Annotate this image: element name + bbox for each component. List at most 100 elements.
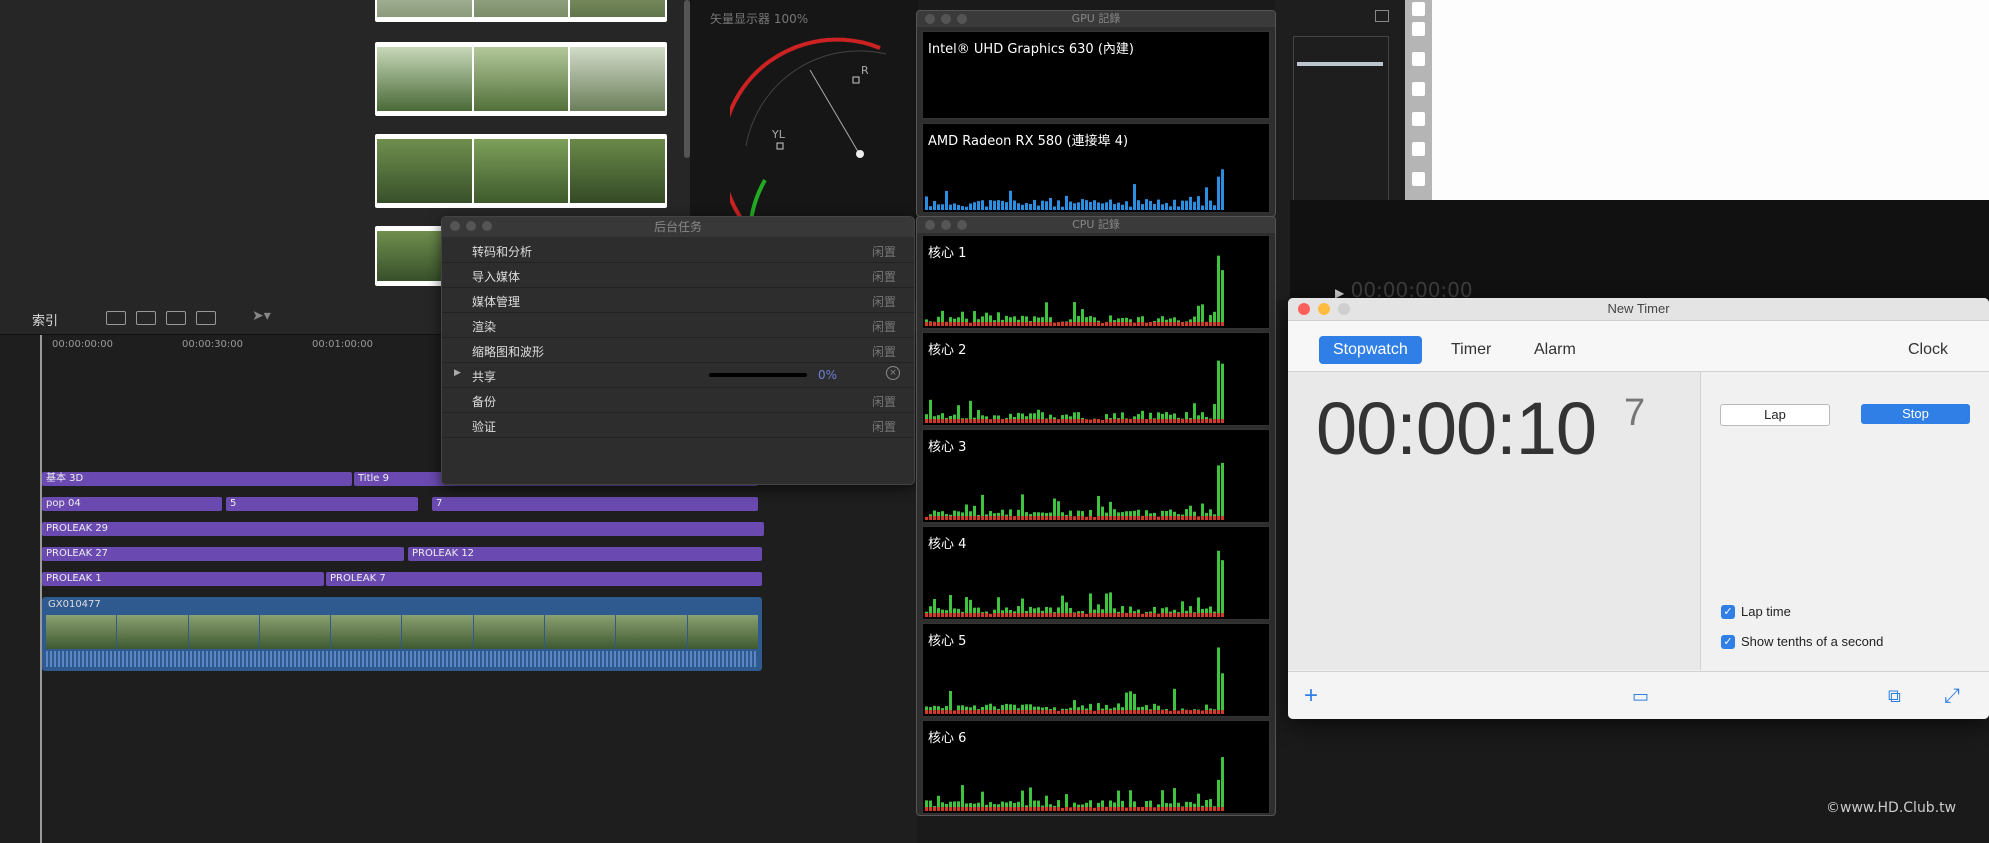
tab-stopwatch[interactable]: Stopwatch [1319,336,1422,364]
activity-bar [1185,322,1188,326]
timeline-clip[interactable]: 5 [226,497,418,511]
activity-bar [1117,202,1120,206]
task-row[interactable]: 导入媒体 闲置 [442,262,914,288]
close-icon[interactable] [925,220,935,230]
activity-bar [1013,206,1016,210]
activity-bar [1093,200,1096,206]
activity-bar [1025,807,1028,811]
playhead[interactable] [40,335,42,843]
activity-bar [1077,613,1080,617]
add-icon[interactable]: + [1304,684,1318,708]
activity-bar [1093,807,1096,811]
activity-bar [997,597,1000,613]
activity-bar [1133,611,1136,613]
minimize-icon[interactable] [941,220,951,230]
activity-bar [1045,302,1048,322]
activity-bar [1005,807,1008,811]
activity-bar [1217,360,1220,419]
append-clip-icon[interactable] [166,311,186,325]
index-button[interactable]: 索引 [32,310,58,329]
minimize-icon[interactable] [466,221,476,231]
timeline-clip[interactable]: PROLEAK 7 [326,572,762,586]
activity-bar [1057,607,1060,613]
activity-bar [1021,322,1024,326]
zoom-icon[interactable] [957,220,967,230]
tab-timer[interactable]: Timer [1451,336,1491,364]
timeline-clip[interactable]: pop 04 [42,497,222,511]
timeline-clip[interactable]: PROLEAK 29 [42,522,764,536]
activity-bar [1001,613,1004,617]
activity-bar [1141,516,1144,520]
timeline-clip[interactable]: PROLEAK 12 [408,547,762,561]
activity-bar [1173,199,1176,206]
activity-bar [1181,206,1184,210]
filmstrip-thumbnail[interactable] [375,134,667,208]
activity-bar [1017,807,1020,811]
minimize-icon[interactable] [941,14,951,24]
zoom-icon[interactable] [957,14,967,24]
activity-bar [937,419,940,423]
activity-bar [993,706,996,710]
activity-bar [1129,206,1132,210]
activity-bar [1001,516,1004,520]
activity-bar [945,417,948,419]
primary-video-clip[interactable]: GX010477 [42,597,762,671]
filmstrip-thumbnail[interactable] [375,0,667,22]
activity-bar [1017,710,1020,714]
task-row[interactable]: 转码和分析 闲置 [442,237,914,263]
overwrite-clip-icon[interactable] [196,311,216,325]
lap-button[interactable]: Lap [1720,404,1830,426]
insert-clip-icon[interactable] [136,311,156,325]
activity-bar [1001,200,1004,206]
task-row[interactable]: 媒体管理 闲置 [442,287,914,313]
select-tool-icon[interactable]: ➤▾ [252,308,271,324]
activity-bar [925,196,928,206]
activity-bar [1013,322,1016,326]
timeline-clip[interactable]: PROLEAK 1 [42,572,324,586]
task-row[interactable]: 验证 闲置 [442,412,914,438]
activity-bar [1101,708,1104,710]
activity-bar [1053,516,1056,520]
stop-button[interactable]: Stop [1861,404,1970,424]
timeline-clip[interactable]: 7 [432,497,758,511]
close-icon[interactable] [925,14,935,24]
activity-bar [1065,514,1068,516]
task-row[interactable]: 共享 ▶ 0% × [442,362,914,388]
close-icon[interactable] [450,221,460,231]
lap-time-checkbox[interactable]: ✓ [1721,605,1735,619]
filmstrip-thumbnail[interactable] [375,42,667,116]
activity-bar [1073,802,1076,807]
activity-bar [1149,800,1152,807]
expand-icon[interactable]: ⤢ [1944,686,1960,706]
activity-bar [1161,608,1164,613]
activity-bar [1205,419,1208,423]
tab-alarm[interactable]: Alarm [1534,336,1576,364]
tenths-checkbox[interactable]: ✓ [1721,635,1735,649]
activity-bar [989,703,992,710]
activity-bar [953,801,956,807]
activity-bar [957,807,960,811]
task-row[interactable]: 备份 闲置 [442,387,914,413]
timeline-clip[interactable]: PROLEAK 27 [42,547,404,561]
scope-settings-icon[interactable] [1375,10,1389,22]
activity-bar [961,516,964,520]
activity-bar [1061,708,1064,710]
task-row[interactable]: 缩略图和波形 闲置 [442,337,914,363]
activity-bar [1121,606,1124,613]
task-row[interactable]: 渲染 闲置 [442,312,914,338]
activity-bar [1045,201,1048,206]
window-icon[interactable]: ⧉ [1888,686,1901,706]
timeline-clip[interactable]: 基本 3D [42,472,352,486]
book-icon[interactable]: ▭ [1632,686,1649,706]
connect-clip-icon[interactable] [106,311,126,325]
tab-clock[interactable]: Clock [1908,336,1948,364]
cpu-usage-graph [925,360,1224,423]
cancel-icon[interactable]: × [886,366,900,380]
activity-bar [1085,317,1088,322]
cpu-core-panel: 核心 5 [922,623,1270,717]
activity-bar [1005,607,1008,613]
zoom-icon[interactable] [482,221,492,231]
activity-bar [1189,206,1192,210]
timer-titlebar[interactable]: New Timer [1288,298,1989,321]
disclosure-icon[interactable]: ▶ [454,368,461,378]
